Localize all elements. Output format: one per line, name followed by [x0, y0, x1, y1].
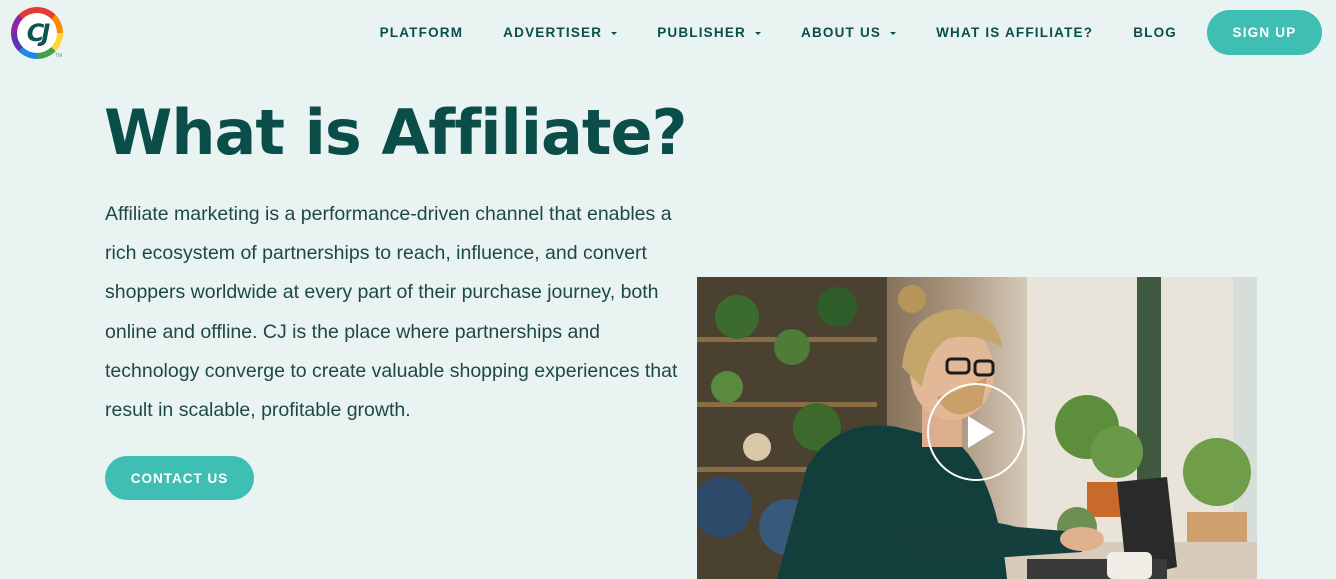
nav-item-label: ABOUT US [801, 25, 882, 40]
logo-text: CJ [26, 19, 50, 47]
logo-inner: CJ [17, 13, 57, 53]
logo-trademark: TM [55, 53, 63, 59]
nav-item-label: PUBLISHER [657, 25, 746, 40]
play-icon [968, 416, 994, 448]
contact-us-button[interactable]: CONTACT US [105, 456, 254, 500]
nav-item-label: PLATFORM [379, 25, 464, 40]
nav-item-blog[interactable]: BLOG [1133, 25, 1177, 40]
caret-down-icon [890, 31, 897, 35]
video-thumbnail[interactable] [697, 277, 1257, 579]
main-nav: PLATFORM ADVERTISER PUBLISHER ABOUT US W… [380, 10, 1322, 55]
caret-down-icon [611, 31, 618, 35]
nav-item-label: BLOG [1133, 25, 1177, 40]
nav-item-advertiser[interactable]: ADVERTISER [503, 25, 618, 40]
page: CJ TM PLATFORM ADVERTISER PUBLISHER ABOU… [0, 0, 1336, 579]
nav-item-about-us[interactable]: ABOUT US [801, 25, 897, 40]
sign-up-button[interactable]: SIGN UP [1207, 10, 1322, 55]
nav-item-label: ADVERTISER [503, 25, 603, 40]
caret-down-icon [755, 31, 761, 35]
hero-description: Affiliate marketing is a performance-dri… [105, 203, 678, 422]
nav-item-what-is-affiliate[interactable]: WHAT IS AFFILIATE? [936, 25, 1093, 40]
nav-item-publisher[interactable]: PUBLISHER [657, 25, 761, 40]
nav-item-label: WHAT IS AFFILIATE? [936, 25, 1094, 40]
page-title: What is Affiliate? [104, 96, 688, 169]
play-button[interactable] [927, 383, 1025, 481]
cj-logo[interactable]: CJ [11, 7, 63, 59]
nav-item-platform[interactable]: PLATFORM [380, 25, 464, 40]
